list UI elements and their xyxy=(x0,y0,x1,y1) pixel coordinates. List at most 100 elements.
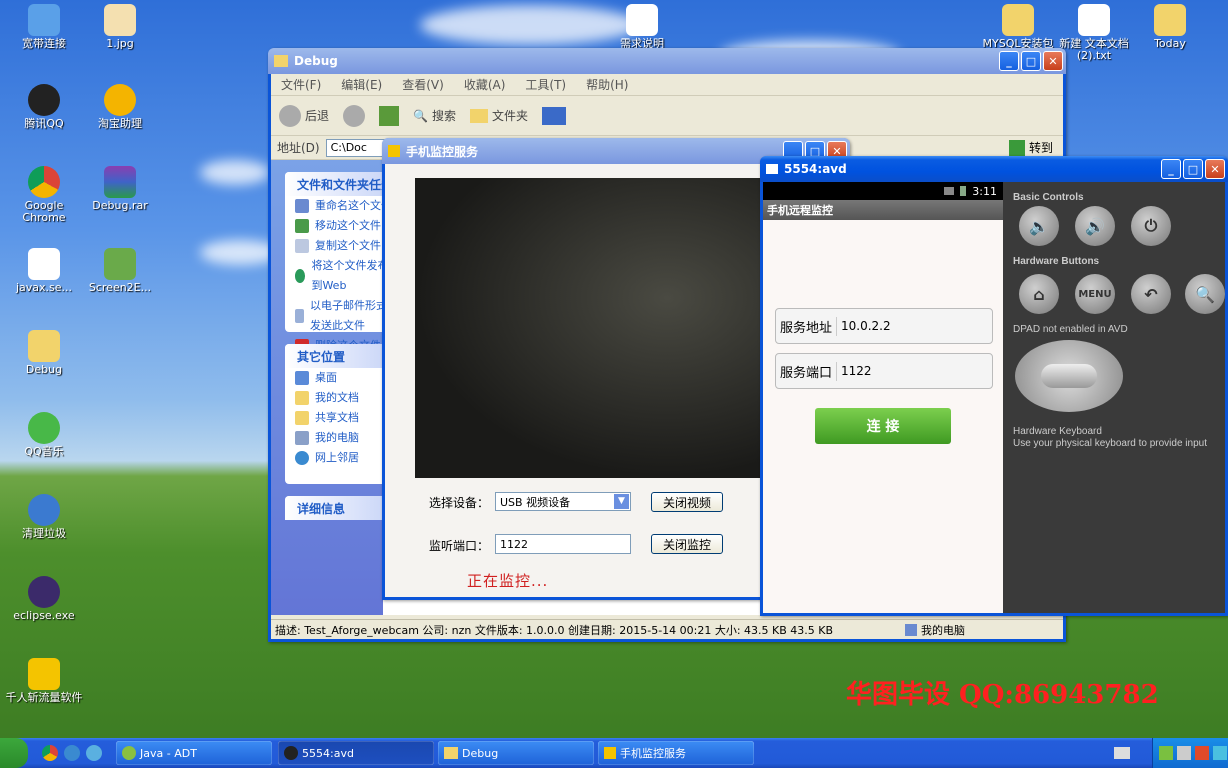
dpad[interactable] xyxy=(1015,340,1123,412)
security-tray-icon[interactable] xyxy=(1195,746,1209,760)
desktop-icon-chrome[interactable]: Google Chrome xyxy=(4,166,84,224)
network-globe-icon xyxy=(295,451,309,465)
globe-icon xyxy=(295,269,306,283)
details-title[interactable]: 详细信息 xyxy=(285,496,383,520)
task-move[interactable]: 移动这个文件 xyxy=(285,216,383,236)
menu-help[interactable]: 帮助(H) xyxy=(586,76,628,93)
desktop-icon-jpg[interactable]: 1.jpg xyxy=(80,4,160,50)
start-button[interactable] xyxy=(0,738,28,768)
desktop-icon-today[interactable]: Today xyxy=(1130,4,1210,50)
volume-tray-icon[interactable] xyxy=(1177,746,1191,760)
desktop-icon-mysql[interactable]: MYSQL安装包 xyxy=(978,4,1058,50)
search-button[interactable]: 🔍 xyxy=(1185,274,1225,314)
avd-window[interactable]: 5554:avd _ □ ✕ 3:11 手机远程监控 服务地址 10.0.2.2 服… xyxy=(760,156,1228,616)
maximize-button[interactable]: □ xyxy=(1021,51,1041,71)
up-folder-icon[interactable] xyxy=(379,105,400,126)
sync-tray-icon[interactable] xyxy=(1213,746,1227,760)
volume-down-button[interactable]: 🔈 xyxy=(1019,206,1059,246)
desktop-icon-qq[interactable]: 腾讯QQ xyxy=(4,84,84,130)
folder-icon xyxy=(28,330,60,362)
dpad-center-button[interactable] xyxy=(1041,364,1097,388)
place-my-computer[interactable]: 我的电脑 xyxy=(285,428,383,448)
home-button[interactable]: ⌂ xyxy=(1019,274,1059,314)
folder-icon xyxy=(1002,4,1034,36)
minimize-button[interactable]: _ xyxy=(1161,159,1181,179)
avd-titlebar[interactable]: 5554:avd _ □ ✕ xyxy=(760,156,1228,182)
back-button[interactable]: 后退 xyxy=(279,104,329,127)
task-avd[interactable]: 5554:avd xyxy=(278,741,434,765)
volume-down-icon: 🔈 xyxy=(1029,216,1049,236)
listen-port-input[interactable]: 1122 xyxy=(495,534,631,554)
menu-button[interactable]: MENU xyxy=(1075,274,1115,314)
browser-quicklaunch-icon[interactable] xyxy=(86,745,102,761)
connect-button[interactable]: 连 接 xyxy=(815,408,951,444)
address-input[interactable]: C:\Doc xyxy=(325,138,386,157)
desktop-icon-broadband[interactable]: 宽带连接 xyxy=(4,4,84,50)
task-debug[interactable]: Debug xyxy=(438,741,594,765)
server-port-field[interactable]: 服务端口 1122 xyxy=(775,353,993,389)
close-button[interactable]: ✕ xyxy=(1205,159,1225,179)
eclipse-icon xyxy=(122,746,136,760)
maximize-button[interactable]: □ xyxy=(1183,159,1203,179)
desktop-icon-taobao[interactable]: 淘宝助理 xyxy=(80,84,160,130)
place-shared-documents[interactable]: 共享文档 xyxy=(285,408,383,428)
task-publish[interactable]: 将这个文件发布到Web xyxy=(285,256,383,296)
place-my-documents[interactable]: 我的文档 xyxy=(285,388,383,408)
rar-archive-icon xyxy=(104,166,136,198)
place-network[interactable]: 网上邻居 xyxy=(285,448,383,468)
email-icon xyxy=(295,309,305,323)
shared-folder-icon xyxy=(295,411,309,425)
server-address-field[interactable]: 服务地址 10.0.2.2 xyxy=(775,308,993,344)
power-button[interactable]: ⏻ xyxy=(1131,206,1171,246)
desktop-icon-qianren[interactable]: 千人斩流量软件 xyxy=(4,658,84,704)
desktop-icon-cleanup[interactable]: 清理垃圾 xyxy=(4,494,84,540)
status-bar: 描述: Test_Aforge_webcam 公司: nzn 文件版本: 1.0… xyxy=(271,619,1063,639)
device-select[interactable]: USB 视频设备 ▼ xyxy=(495,492,631,511)
close-video-button[interactable]: 关闭视频 xyxy=(651,492,723,512)
desktop-icon-debug-rar[interactable]: Debug.rar xyxy=(80,166,160,212)
close-button[interactable]: ✕ xyxy=(1043,51,1063,71)
minimize-button[interactable]: _ xyxy=(999,51,1019,71)
other-places-title[interactable]: 其它位置 xyxy=(285,344,383,368)
menu-favorites[interactable]: 收藏(A) xyxy=(464,76,506,93)
folders-button[interactable]: 文件夹 xyxy=(469,107,528,124)
menu-view[interactable]: 查看(V) xyxy=(402,76,444,93)
details-panel: 详细信息 xyxy=(285,496,383,520)
menu-file[interactable]: 文件(F) xyxy=(281,76,321,93)
task-monitor-service[interactable]: 手机监控服务 xyxy=(598,741,754,765)
menu-tools[interactable]: 工具(T) xyxy=(525,76,566,93)
go-arrow-icon xyxy=(1008,139,1025,156)
place-desktop[interactable]: 桌面 xyxy=(285,368,383,388)
search-icon: 🔍 xyxy=(1195,284,1215,304)
search-button[interactable]: 🔍 搜索 xyxy=(413,107,456,124)
volume-up-button[interactable]: 🔊 xyxy=(1075,206,1115,246)
desktop-icon-requirements[interactable]: 需求说明 xyxy=(602,4,682,50)
java-file-icon xyxy=(28,248,60,280)
forward-arrow-icon[interactable] xyxy=(343,104,366,127)
move-icon xyxy=(295,219,309,233)
task-copy[interactable]: 复制这个文件 xyxy=(285,236,383,256)
keyboard-icon[interactable] xyxy=(1114,747,1130,759)
desktop-icon-newtext[interactable]: 新建 文本文档 (2).txt xyxy=(1054,4,1134,62)
back-button[interactable]: ↶ xyxy=(1131,274,1171,314)
task-email[interactable]: 以电子邮件形式发送此文件 xyxy=(285,296,383,336)
desktop-icon-javax[interactable]: javax.se... xyxy=(4,248,84,294)
file-tasks-title[interactable]: 文件和文件夹任务 xyxy=(285,172,383,196)
network-tray-icon[interactable] xyxy=(1159,746,1173,760)
go-button[interactable]: 转到 xyxy=(1008,139,1063,156)
android-icon xyxy=(284,746,298,760)
explorer-titlebar[interactable]: Debug _ □ ✕ xyxy=(268,48,1066,74)
chrome-quicklaunch-icon[interactable] xyxy=(42,745,58,761)
system-tray xyxy=(1152,738,1228,768)
menu-edit[interactable]: 编辑(E) xyxy=(341,76,382,93)
close-monitor-button[interactable]: 关闭监控 xyxy=(651,534,723,554)
desktop-icon-debug-folder[interactable]: Debug xyxy=(4,330,84,376)
desktop-icon-eclipse[interactable]: eclipse.exe xyxy=(4,576,84,622)
toolbar: 后退 🔍 搜索 文件夹 xyxy=(271,96,1063,136)
desktop-icon-qqmusic[interactable]: QQ音乐 xyxy=(4,412,84,458)
views-icon[interactable] xyxy=(542,106,566,125)
desktop-icon-screen2e[interactable]: Screen2E... xyxy=(80,248,160,294)
task-rename[interactable]: 重命名这个文件 xyxy=(285,196,383,216)
ie-quicklaunch-icon[interactable] xyxy=(64,745,80,761)
task-java-adt[interactable]: Java - ADT xyxy=(116,741,272,765)
